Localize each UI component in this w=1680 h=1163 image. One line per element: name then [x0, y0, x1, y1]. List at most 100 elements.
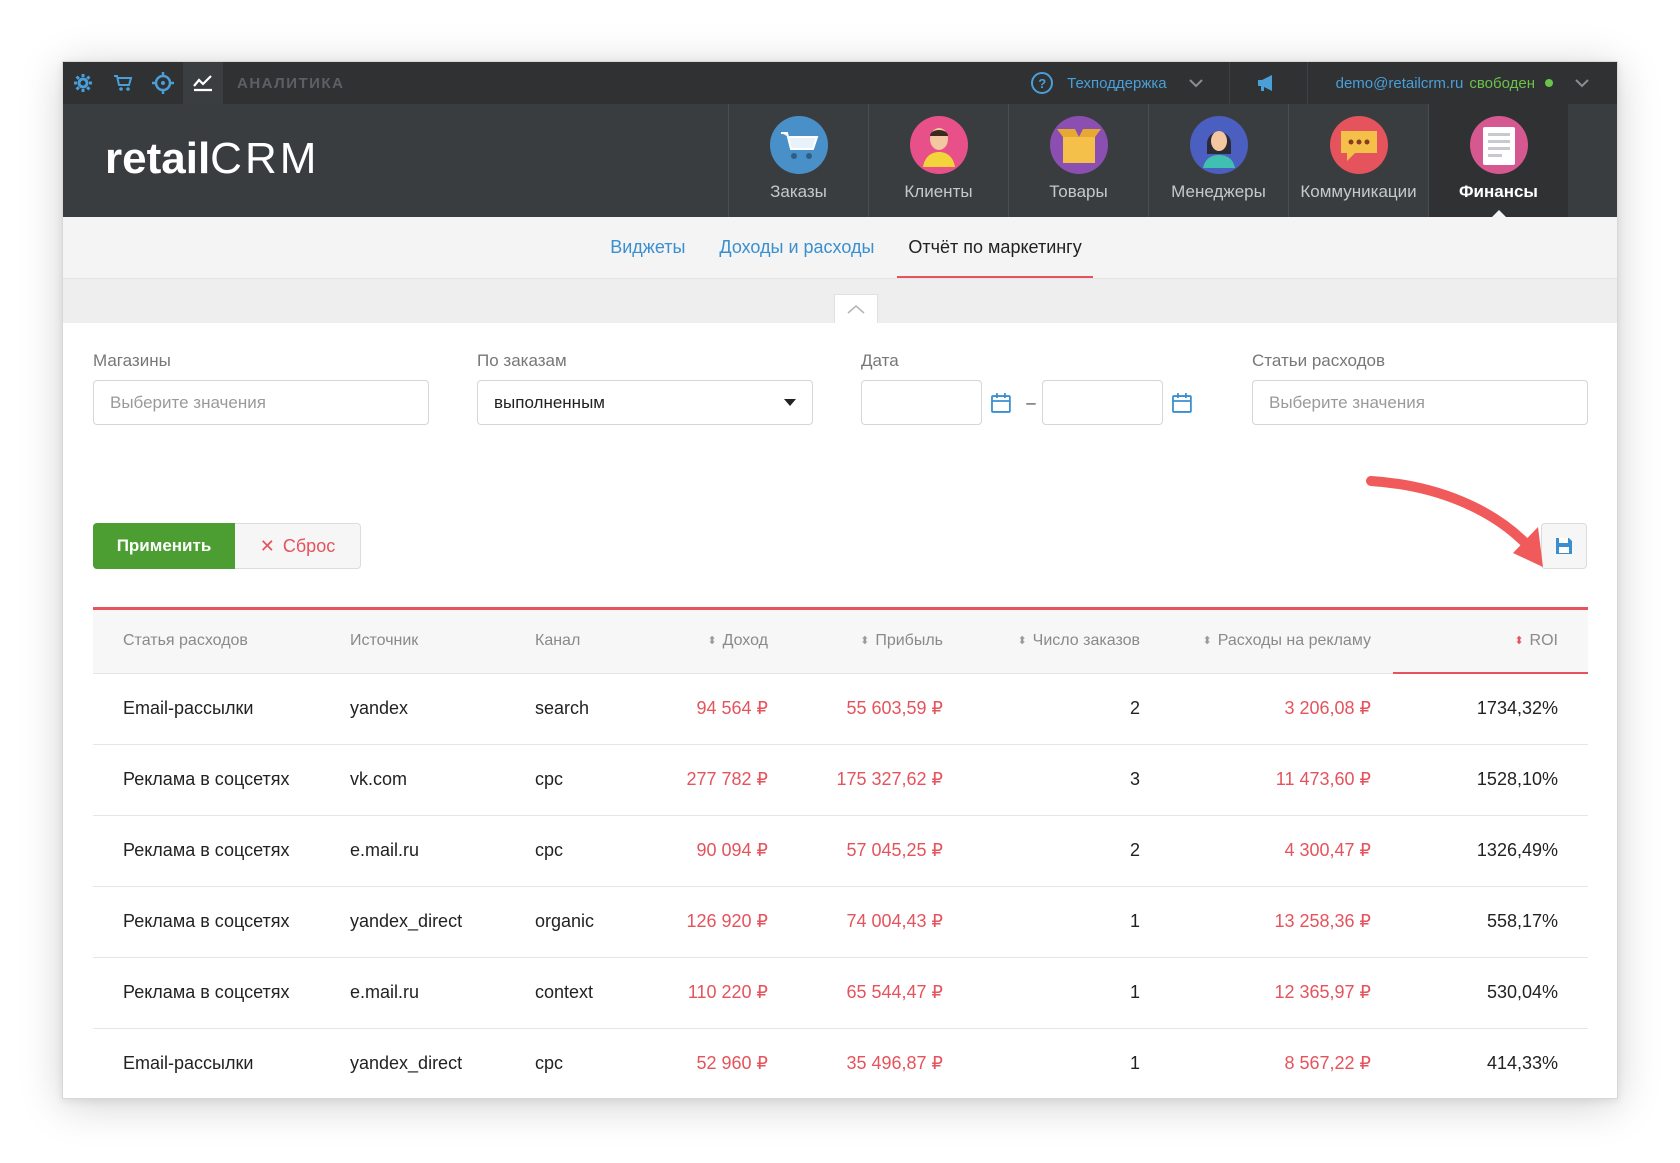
cell-orders-count: 3 — [943, 744, 1140, 816]
calendar-icon[interactable] — [1171, 392, 1193, 414]
column-header-channel: Канал — [535, 610, 645, 674]
column-header-roi[interactable]: ⬍ ROI — [1393, 610, 1588, 674]
module-finance[interactable]: Финансы — [1428, 104, 1568, 218]
cell-source: yandex — [350, 673, 535, 745]
column-header-profit[interactable]: ⬍ Прибыль — [768, 610, 943, 674]
shops-input[interactable]: Выберите значения — [93, 380, 429, 425]
gear-icon[interactable] — [63, 62, 103, 104]
cell-channel: organic — [535, 886, 645, 958]
marketing-report-table: Статья расходов Источник Канал ⬍ Доход ⬍ П… — [93, 607, 1588, 1098]
reset-button[interactable]: ✕ Сброс — [235, 523, 361, 569]
date-from-input[interactable] — [861, 380, 983, 425]
cell-ad-spend: 3 206,08 ₽ — [1140, 673, 1393, 745]
cell-expense: Email-рассылки — [93, 673, 350, 745]
cell-income: 94 564 ₽ — [645, 673, 768, 745]
cell-roi: 530,04% — [1393, 957, 1588, 1029]
module-orders[interactable]: Заказы — [728, 104, 868, 217]
cell-ad-spend: 13 258,36 ₽ — [1140, 886, 1393, 958]
announcements-button[interactable] — [1230, 62, 1308, 104]
expenses-input[interactable]: Выберите значения — [1252, 380, 1588, 425]
cell-orders-count: 1 — [943, 1028, 1140, 1098]
table-header-row: Статья расходов Источник Канал ⬍ Доход ⬍ П… — [93, 610, 1588, 674]
cell-profit: 55 603,59 ₽ — [768, 673, 943, 745]
cell-ad-spend: 12 365,97 ₽ — [1140, 957, 1393, 1029]
cell-channel: context — [535, 957, 645, 1029]
cell-channel: cpc — [535, 1028, 645, 1098]
filter-expenses: Статьи расходов Выберите значения — [1252, 351, 1588, 425]
collapse-filters-button[interactable] — [834, 294, 878, 323]
column-header-label: Доход — [722, 632, 768, 650]
chevron-down-icon — [1188, 75, 1203, 91]
chevron-down-icon — [1575, 75, 1589, 91]
cell-channel: search — [535, 673, 645, 745]
cell-profit: 175 327,62 ₽ — [768, 744, 943, 816]
module-managers[interactable]: Менеджеры — [1148, 104, 1288, 217]
column-header-orders-count[interactable]: ⬍ Число заказов — [943, 610, 1140, 674]
analytics-icon[interactable] — [183, 62, 223, 104]
cell-channel: cpc — [535, 815, 645, 887]
column-header-source: Источник — [350, 610, 535, 674]
cell-expense: Реклама в соцсетях — [93, 744, 350, 816]
filter-orders: По заказам выполненным — [477, 351, 813, 425]
cell-roi: 1326,49% — [1393, 815, 1588, 887]
table-row[interactable]: Реклама в соцсетях e.mail.ru cpc 90 094 ₽57… — [93, 815, 1588, 887]
chat-icon — [1329, 116, 1388, 174]
cell-source: yandex_direct — [350, 886, 535, 958]
status-dot — [1545, 79, 1553, 87]
target-icon[interactable] — [143, 62, 183, 104]
column-header-label: ROI — [1529, 632, 1558, 649]
date-to-input[interactable] — [1041, 380, 1164, 425]
orders-select[interactable]: выполненным — [477, 380, 813, 425]
column-header-label: Прибыль — [875, 632, 943, 650]
tab-widgets[interactable]: Виджеты — [599, 217, 696, 278]
cell-profit: 35 496,87 ₽ — [768, 1028, 943, 1098]
filter-label: Магазины — [93, 351, 171, 370]
column-header-ad-spend[interactable]: ⬍ Расходы на рекламу — [1140, 610, 1393, 674]
module-communications[interactable]: Коммуникации — [1288, 104, 1428, 217]
filter-label: Дата — [861, 351, 899, 370]
table-row[interactable]: Реклама в соцсетях e.mail.ru context 110 22… — [93, 957, 1588, 1029]
module-nav: Заказы Клиенты Товары Менеджеры Коммуник… — [728, 104, 1568, 218]
cell-orders-count: 1 — [943, 957, 1140, 1029]
cell-income: 277 782 ₽ — [645, 744, 768, 816]
module-clients[interactable]: Клиенты — [868, 104, 1008, 217]
cell-ad-spend: 4 300,47 ₽ — [1140, 815, 1393, 887]
support-label: Техподдержка — [1067, 74, 1167, 92]
client-icon — [909, 116, 968, 174]
manager-icon — [1189, 116, 1248, 174]
tab-income-expenses[interactable]: Доходы и расходы — [708, 217, 885, 278]
cell-orders-count: 2 — [943, 815, 1140, 887]
table-row[interactable]: Email-рассылки yandex search 94 564 ₽55 603… — [93, 673, 1588, 745]
module-products[interactable]: Товары — [1008, 104, 1148, 217]
report-panel: Магазины Выберите значения По заказам вы… — [63, 323, 1617, 1098]
cart-icon[interactable] — [103, 62, 143, 104]
cell-roi: 1734,32% — [1393, 673, 1588, 745]
subnav: Виджеты Доходы и расходы Отчёт по маркет… — [63, 217, 1617, 279]
support-menu[interactable]: ? Техподдержка — [1031, 62, 1230, 104]
retailcrm-logo[interactable]: retailCRM — [105, 134, 319, 184]
topbar-right: ? Техподдержка demo@retailcrm.ru свободе… — [1031, 62, 1617, 104]
module-label: Заказы — [770, 182, 827, 201]
module-label: Менеджеры — [1171, 182, 1266, 201]
annotation-arrow — [1366, 476, 1543, 567]
chevron-up-icon — [847, 305, 865, 314]
column-header-label: Число заказов — [1032, 632, 1140, 650]
column-header-income[interactable]: ⬍ Доход — [645, 610, 768, 674]
cell-channel: cpc — [535, 744, 645, 816]
table-row[interactable]: Email-рассылки yandex_direct cpc 52 960 ₽35… — [93, 1028, 1588, 1098]
cell-source: e.mail.ru — [350, 815, 535, 887]
calendar-icon[interactable] — [990, 392, 1012, 414]
user-email: demo@retailcrm.ru — [1335, 74, 1464, 92]
sort-icon: ⬍ — [860, 635, 870, 648]
module-label: Клиенты — [904, 182, 973, 201]
app-window: АНАЛИТИКА ? Техподдержка demo@retailcrm.… — [62, 61, 1618, 1099]
apply-button[interactable]: Применить — [93, 523, 235, 569]
user-menu[interactable]: demo@retailcrm.ru свободен — [1308, 75, 1617, 92]
megaphone-icon — [1258, 75, 1273, 91]
filter-label: По заказам — [477, 351, 567, 370]
table-row[interactable]: Реклама в соцсетях yandex_direct organic 12… — [93, 886, 1588, 958]
logo-text-retail: retail — [105, 134, 211, 183]
tab-marketing-report[interactable]: Отчёт по маркетингу — [897, 217, 1094, 278]
table-row[interactable]: Реклама в соцсетях vk.com cpc 277 782 ₽175 … — [93, 744, 1588, 816]
module-label: Коммуникации — [1300, 182, 1417, 201]
